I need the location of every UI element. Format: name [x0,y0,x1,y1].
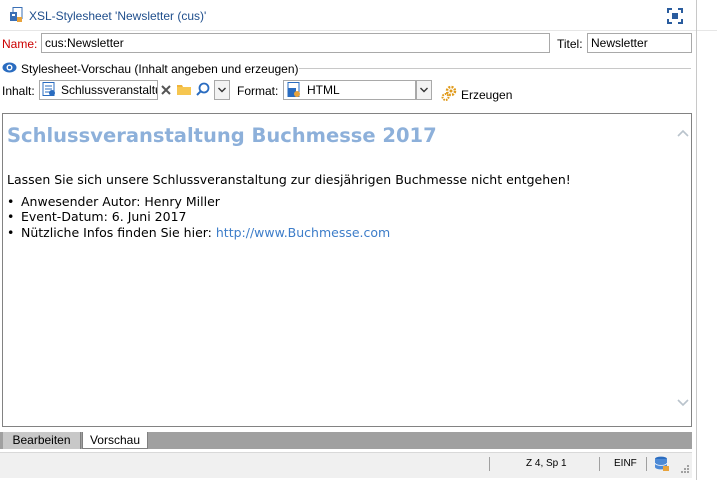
preview-intro: Lassen Sie sich unsere Schlussveranstalt… [7,172,571,187]
title-bar: XSL-Stylesheet 'Newsletter (cus)' [0,0,717,31]
search-icon[interactable] [196,82,210,96]
preview-panel[interactable]: Schlussveranstaltung Buchmesse 2017 Lass… [2,113,692,427]
content-value: Schlussveranstaltu [61,83,158,97]
generate-label: Erzeugen [461,88,513,102]
format-label: Format: [237,84,279,98]
format-dropdown-button[interactable] [416,80,432,100]
name-field[interactable]: cus:Newsletter [41,33,550,53]
gear-icon [441,85,457,101]
list-item: • Event-Datum: 6. Juni 2017 [7,209,187,224]
website-link[interactable]: http://www.Buchmesse.com [216,225,390,240]
status-bar [0,452,692,478]
tab-edit[interactable]: Bearbeiten [3,432,81,449]
chevron-down-icon [420,87,428,93]
title-label: Titel: [557,37,583,51]
clear-icon[interactable] [160,84,172,96]
content-label: Inhalt: [2,84,35,98]
window-edge [696,0,697,480]
preview-group-label: Stylesheet-Vorschau (Inhalt angeben und … [21,62,299,76]
insert-mode: EINF [614,458,637,469]
list-item: • Anwesender Autor: Henry Miller [7,194,220,209]
name-label: Name: [2,37,38,51]
scroll-down-icon[interactable] [677,398,689,408]
group-divider [299,68,691,69]
status-divider [646,457,647,471]
format-value: HTML [307,83,340,97]
title-field[interactable]: Newsletter [587,33,692,53]
stylesheet-icon [10,7,23,22]
status-divider [599,457,600,471]
status-divider [489,457,490,471]
cursor-position: Z 4, Sp 1 [526,458,567,469]
document-icon [42,82,55,96]
generate-button[interactable]: Erzeugen [441,85,513,103]
chevron-down-icon [218,87,226,93]
maximize-icon[interactable] [667,8,683,24]
folder-icon[interactable] [177,83,191,95]
eye-icon[interactable] [2,62,17,73]
tab-preview[interactable]: Vorschau [82,432,148,449]
window-title: XSL-Stylesheet 'Newsletter (cus)' [29,9,207,23]
database-icon[interactable] [654,456,670,472]
preview-title: Schlussveranstaltung Buchmesse 2017 [7,124,437,147]
resize-grip-icon[interactable] [680,464,690,474]
list-item: • Nützliche Infos finden Sie hier: http:/… [7,225,391,240]
scroll-up-icon[interactable] [677,128,689,138]
content-dropdown-button[interactable] [214,80,230,100]
content-field[interactable]: Schlussveranstaltu [39,80,158,100]
html-document-icon [287,82,300,97]
format-select[interactable]: HTML [283,80,416,100]
